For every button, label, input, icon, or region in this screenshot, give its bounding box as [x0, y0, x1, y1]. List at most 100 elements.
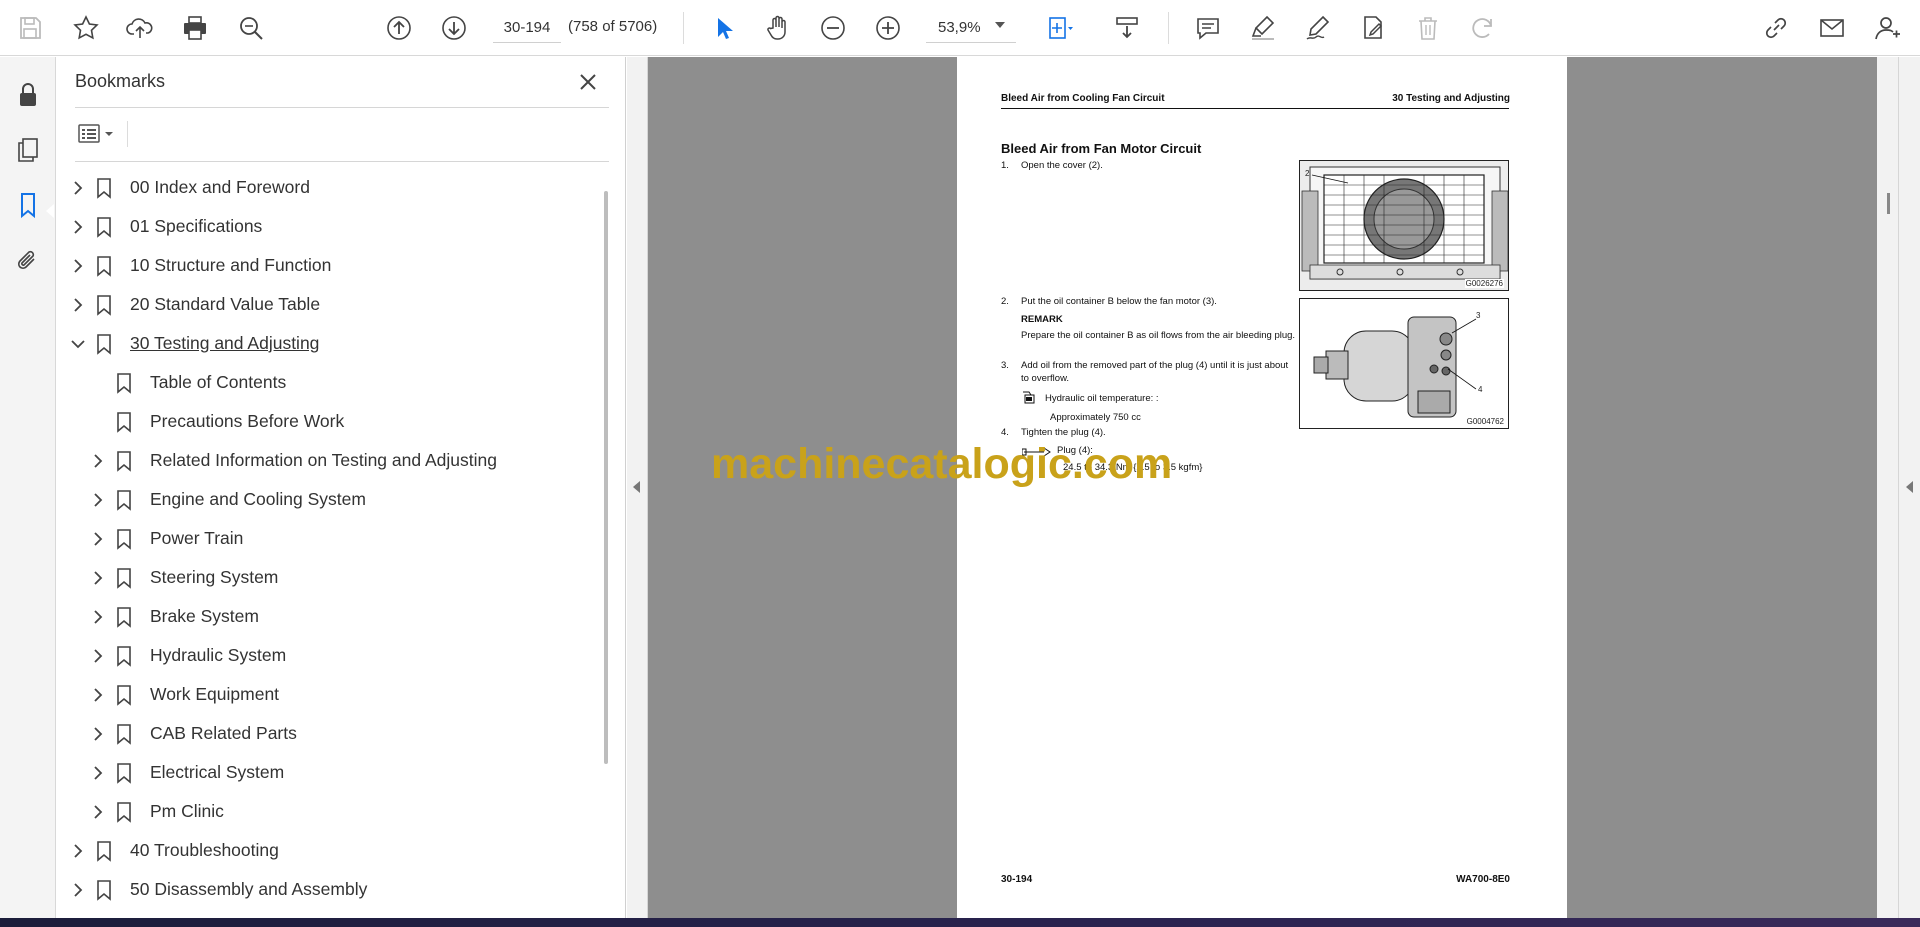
bookmark-item[interactable]: 20 Standard Value Table	[57, 286, 597, 325]
bookmark-item[interactable]: Steering System	[57, 559, 597, 598]
expand-right-panel-button[interactable]	[1898, 57, 1920, 918]
find-icon[interactable]	[231, 8, 271, 48]
step-number: 4.	[1001, 427, 1009, 438]
bookmark-item[interactable]: CAB Related Parts	[57, 715, 597, 754]
email-icon[interactable]	[1812, 8, 1852, 48]
chevron-right-icon[interactable]	[89, 608, 107, 626]
bookmark-item[interactable]: Hydraulic System	[57, 637, 597, 676]
bookmark-item[interactable]: Electrical System	[57, 754, 597, 793]
hand-tool-icon[interactable]	[758, 8, 798, 48]
bookmark-item[interactable]: Brake System	[57, 598, 597, 637]
step-number: 1.	[1001, 160, 1009, 171]
bookmark-label: 50 Disassembly and Assembly	[130, 879, 368, 899]
close-icon[interactable]	[573, 67, 603, 97]
zoom-out-icon[interactable]	[813, 8, 853, 48]
chevron-right-icon[interactable]	[89, 725, 107, 743]
toolbar-divider	[683, 12, 684, 44]
bookmark-item[interactable]: Pm Clinic	[57, 793, 597, 832]
bookmark-item[interactable]: Precautions Before Work	[57, 403, 597, 442]
bookmark-item[interactable]: 50 Disassembly and Assembly	[57, 871, 597, 910]
chevron-right-icon[interactable]	[69, 296, 87, 314]
chevron-right-icon[interactable]	[69, 257, 87, 275]
attachment-icon[interactable]	[8, 240, 48, 280]
page-footer-left: 30-194	[1001, 874, 1033, 885]
chevron-right-icon[interactable]	[89, 452, 107, 470]
bookmark-item[interactable]: 10 Structure and Function	[57, 247, 597, 286]
chevron-right-icon[interactable]	[89, 569, 107, 587]
chevron-right-icon[interactable]	[89, 686, 107, 704]
bookmark-icon	[117, 646, 131, 667]
bookmark-icon	[117, 490, 131, 511]
fit-page-icon[interactable]	[1039, 8, 1079, 48]
bookmark-item[interactable]: Table of Contents	[57, 364, 597, 403]
save-icon[interactable]	[10, 8, 50, 48]
comment-icon[interactable]	[1188, 8, 1228, 48]
zoom-dropdown-icon[interactable]	[995, 22, 1005, 28]
print-icon[interactable]	[175, 8, 215, 48]
edit-pdf-icon[interactable]	[1353, 8, 1393, 48]
bookmarks-scrollbar-thumb[interactable]	[604, 191, 608, 764]
chevron-right-icon[interactable]	[89, 764, 107, 782]
chevron-left-icon	[633, 481, 640, 493]
scroll-mode-icon[interactable]	[1107, 8, 1147, 48]
redo-icon[interactable]	[1463, 8, 1503, 48]
page-count: (758 of 5706)	[568, 18, 658, 35]
bookmark-label: CAB Related Parts	[150, 723, 297, 743]
chevron-right-icon[interactable]	[69, 881, 87, 899]
highlight-icon[interactable]	[1243, 8, 1283, 48]
bookmark-icon	[97, 880, 111, 901]
oil-label: Hydraulic oil temperature: :	[1045, 393, 1159, 404]
bookmark-item[interactable]: Engine and Cooling System	[57, 481, 597, 520]
upload-icon[interactable]	[120, 8, 160, 48]
bookmark-icon[interactable]	[8, 185, 48, 225]
chevron-right-icon[interactable]	[89, 491, 107, 509]
divider	[75, 107, 609, 108]
bookmark-item[interactable]: Related Information on Testing and Adjus…	[57, 442, 597, 481]
collapse-left-panel-button[interactable]	[627, 57, 648, 918]
bookmark-icon	[97, 334, 111, 355]
star-icon[interactable]	[66, 8, 106, 48]
chevron-right-icon[interactable]	[69, 842, 87, 860]
step-text: Put the oil container B below the fan mo…	[1021, 296, 1217, 307]
chevron-right-icon[interactable]	[89, 647, 107, 665]
select-tool-icon[interactable]	[703, 8, 743, 48]
bookmark-options-button[interactable]	[75, 117, 119, 151]
sign-icon[interactable]	[1298, 8, 1338, 48]
chevron-left-icon	[1906, 481, 1913, 493]
chevron-right-icon[interactable]	[89, 530, 107, 548]
step-text: Open the cover (2).	[1021, 160, 1103, 171]
zoom-level-input[interactable]	[926, 13, 1016, 43]
bookmark-icon	[117, 724, 131, 745]
lock-icon[interactable]	[8, 75, 48, 115]
account-icon[interactable]	[1867, 8, 1907, 48]
bookmark-item[interactable]: Work Equipment	[57, 676, 597, 715]
pages-icon[interactable]	[8, 130, 48, 170]
chevron-down-icon[interactable]	[69, 335, 87, 353]
bookmark-item[interactable]: 30 Testing and Adjusting	[57, 325, 597, 364]
document-scrollbar-thumb[interactable]	[1887, 193, 1890, 214]
delete-icon[interactable]	[1408, 8, 1448, 48]
figure-code: G0026276	[1464, 279, 1504, 288]
step-text: Tighten the plug (4).	[1021, 427, 1106, 438]
bookmark-item[interactable]: Power Train	[57, 520, 597, 559]
zoom-in-icon[interactable]	[868, 8, 908, 48]
page-number-input[interactable]	[493, 13, 561, 43]
bookmark-item[interactable]: 00 Index and Foreword	[57, 169, 597, 208]
chevron-right-icon[interactable]	[69, 218, 87, 236]
bookmark-item[interactable]: 40 Troubleshooting	[57, 832, 597, 871]
share-link-icon[interactable]	[1756, 8, 1796, 48]
bookmark-item[interactable]: 01 Specifications	[57, 208, 597, 247]
bookmark-label: 10 Structure and Function	[130, 255, 332, 275]
previous-page-icon[interactable]	[379, 8, 419, 48]
figure-cover-radiator: 2 G0026276	[1299, 160, 1509, 291]
bookmark-icon	[117, 451, 131, 472]
oil-value: Approximately 750 cc	[1050, 412, 1141, 423]
bookmark-icon	[117, 607, 131, 628]
active-panel-pointer	[46, 204, 54, 218]
toolbar-divider	[1168, 12, 1169, 44]
document-scrollbar[interactable]	[1877, 57, 1898, 918]
divider	[75, 161, 609, 162]
chevron-right-icon[interactable]	[69, 179, 87, 197]
chevron-right-icon[interactable]	[89, 803, 107, 821]
next-page-icon[interactable]	[434, 8, 474, 48]
